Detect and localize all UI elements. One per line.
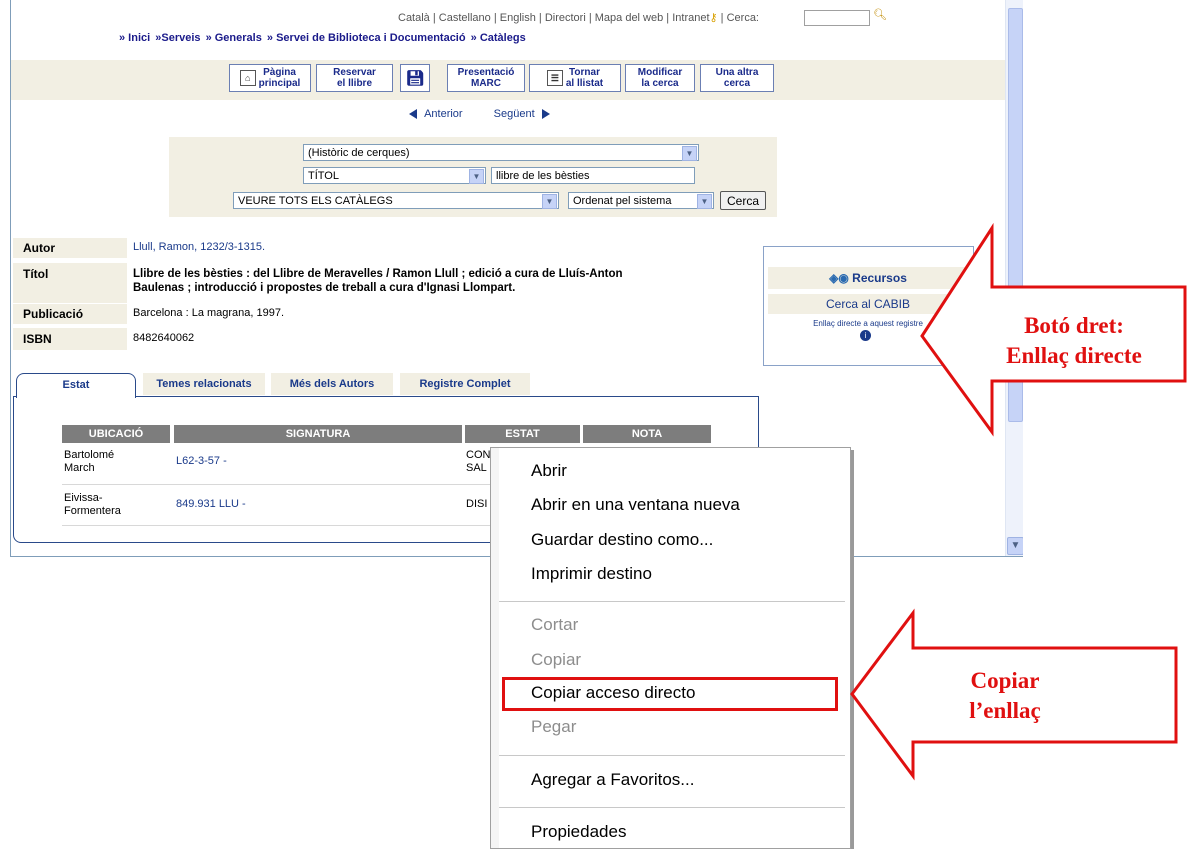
callout-copy-text: Copiar l’enllaç [969,668,1041,723]
callout-right-click-text: Botó dret: Enllaç directe [1006,313,1142,368]
tab-estat[interactable]: Estat [16,373,136,398]
